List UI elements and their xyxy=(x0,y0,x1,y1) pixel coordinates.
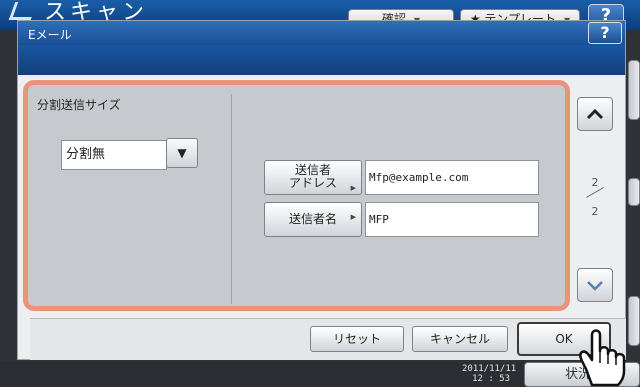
sender-address-label-line2: アドレス xyxy=(288,176,337,190)
clock-time: 12 : 53 xyxy=(472,374,510,384)
sender-name-label: 送信者名 xyxy=(288,212,337,226)
split-size-dropdown-button[interactable]: ▼ xyxy=(166,138,198,168)
side-scroll-tab xyxy=(628,178,640,206)
dialog-title-bar xyxy=(18,21,625,45)
cancel-button[interactable]: キャンセル xyxy=(412,326,508,352)
scroll-up-button[interactable] xyxy=(577,97,613,131)
sender-address-button[interactable]: 送信者 アドレス ▶ xyxy=(264,160,362,195)
dialog-title: Eメール xyxy=(28,28,72,42)
chevron-down-icon xyxy=(587,281,603,291)
hand-pointer-icon xyxy=(579,329,626,387)
help-button[interactable]: ? xyxy=(588,22,622,44)
clock-date: 2011/11/11 xyxy=(462,364,517,374)
dropdown-arrow-icon: ▼ xyxy=(177,146,187,160)
button-indicator-icon: ▶ xyxy=(350,184,356,192)
sender-name-field[interactable]: MFP xyxy=(365,202,539,237)
sender-address-field[interactable]: Mfp@example.com xyxy=(365,160,539,195)
split-size-select[interactable]: 分割無 xyxy=(61,140,167,170)
reset-button[interactable]: リセット xyxy=(310,326,404,352)
split-size-label: 分割送信サイズ xyxy=(37,98,121,112)
section-divider xyxy=(231,94,232,304)
sender-name-button[interactable]: 送信者名 ▶ xyxy=(264,202,362,237)
side-scroll-tab xyxy=(628,60,640,120)
split-size-section xyxy=(30,87,230,304)
page-total: 2 xyxy=(591,205,599,218)
ok-button-label: OK xyxy=(555,332,573,346)
button-indicator-icon: ▶ xyxy=(350,213,356,221)
chevron-up-icon xyxy=(586,108,604,120)
dialog-header-band xyxy=(18,45,625,75)
clock: 2011/11/11 12 : 53 xyxy=(462,364,517,384)
scroll-down-button[interactable] xyxy=(577,268,613,302)
